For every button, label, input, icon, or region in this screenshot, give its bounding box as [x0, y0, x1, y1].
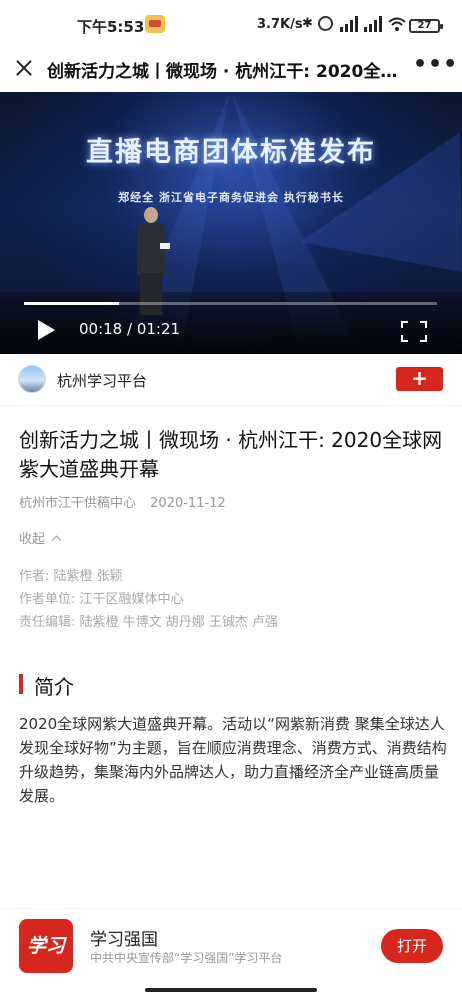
title-bar: 创新活力之城丨微现场 · 杭州江干: 2020全球网紫大道盛典开幕 ••• — [0, 48, 462, 90]
speaker-figure — [134, 207, 170, 317]
app-name: 学习强国 — [90, 930, 158, 950]
video-time: 00:18 / 01:21 — [79, 320, 181, 338]
publisher-row: 杭州学习平台 + — [0, 354, 462, 406]
more-options-icon[interactable]: ••• — [413, 54, 457, 80]
article-date: 2020-11-12 — [150, 496, 226, 511]
home-indicator[interactable] — [145, 988, 317, 992]
follow-button[interactable]: + — [396, 367, 443, 391]
article-editors: 责任编辑: 陆紫橙 牛博文 胡丹娜 王铖杰 卢强 — [19, 615, 279, 630]
publisher-name[interactable]: 杭州学习平台 — [57, 370, 147, 391]
article-author: 作者: 陆紫橙 张颖 — [19, 569, 123, 584]
wifi-icon — [388, 16, 406, 32]
status-time: 下午5:53 — [77, 18, 145, 36]
open-app-button[interactable]: 打开 — [381, 929, 443, 963]
battery-icon: 27 — [409, 19, 443, 33]
app-description: 中共中央宣传部“学习强国”学习平台 — [90, 951, 283, 965]
publisher-avatar[interactable] — [18, 365, 46, 393]
article-title: 创新活力之城丨微现场 · 杭州江干: 2020全球网紫大道盛典开幕 — [19, 428, 443, 481]
play-icon[interactable] — [38, 320, 55, 340]
fullscreen-icon[interactable] — [401, 321, 427, 342]
article-author-unit: 作者单位: 江干区融媒体中心 — [19, 592, 184, 607]
collapse-button[interactable]: 收起 — [19, 528, 62, 547]
page-title: 创新活力之城丨微现场 · 杭州江干: 2020全球网紫大道盛典开幕 — [47, 62, 409, 82]
video-progress-fill — [24, 302, 119, 305]
collapse-label: 收起 — [19, 532, 46, 547]
video-progress-bar[interactable] — [24, 302, 437, 305]
video-subline: 郑经全 浙江省电子商务促进会 执行秘书长 — [118, 191, 344, 204]
app-download-banner: 学习 学习强国 中共中央宣传部“学习强国”学习平台 打开 — [0, 908, 462, 988]
app-logo: 学习 — [19, 919, 73, 973]
article-source: 杭州市江干供稿中心 — [19, 496, 137, 511]
alarm-icon — [318, 16, 333, 31]
video-player[interactable]: 直播电商团体标准发布 郑经全 浙江省电子商务促进会 执行秘书长 00:18 / … — [0, 92, 462, 354]
signal-icon — [340, 16, 358, 32]
status-bar: 下午5:53 3.7K/s ✱ 27 — [0, 0, 462, 48]
notification-app-icon — [145, 15, 165, 33]
status-icons: ✱ — [302, 14, 412, 34]
chevron-up-icon — [51, 535, 62, 546]
signal-icon — [364, 16, 382, 32]
section-accent-bar — [19, 674, 23, 694]
intro-heading: 简介 — [34, 675, 74, 699]
intro-text: 2020全球网紫大道盛典开幕。活动以“网紫新消费 聚集全球达人 发现全球好物”为… — [19, 715, 447, 805]
bluetooth-icon: ✱ — [302, 16, 313, 31]
video-headline: 直播电商团体标准发布 — [86, 137, 376, 168]
network-speed: 3.7K/s — [257, 17, 303, 32]
close-icon[interactable] — [10, 54, 38, 82]
article-meta: 杭州市江干供稿中心 2020-11-12 — [19, 492, 236, 511]
